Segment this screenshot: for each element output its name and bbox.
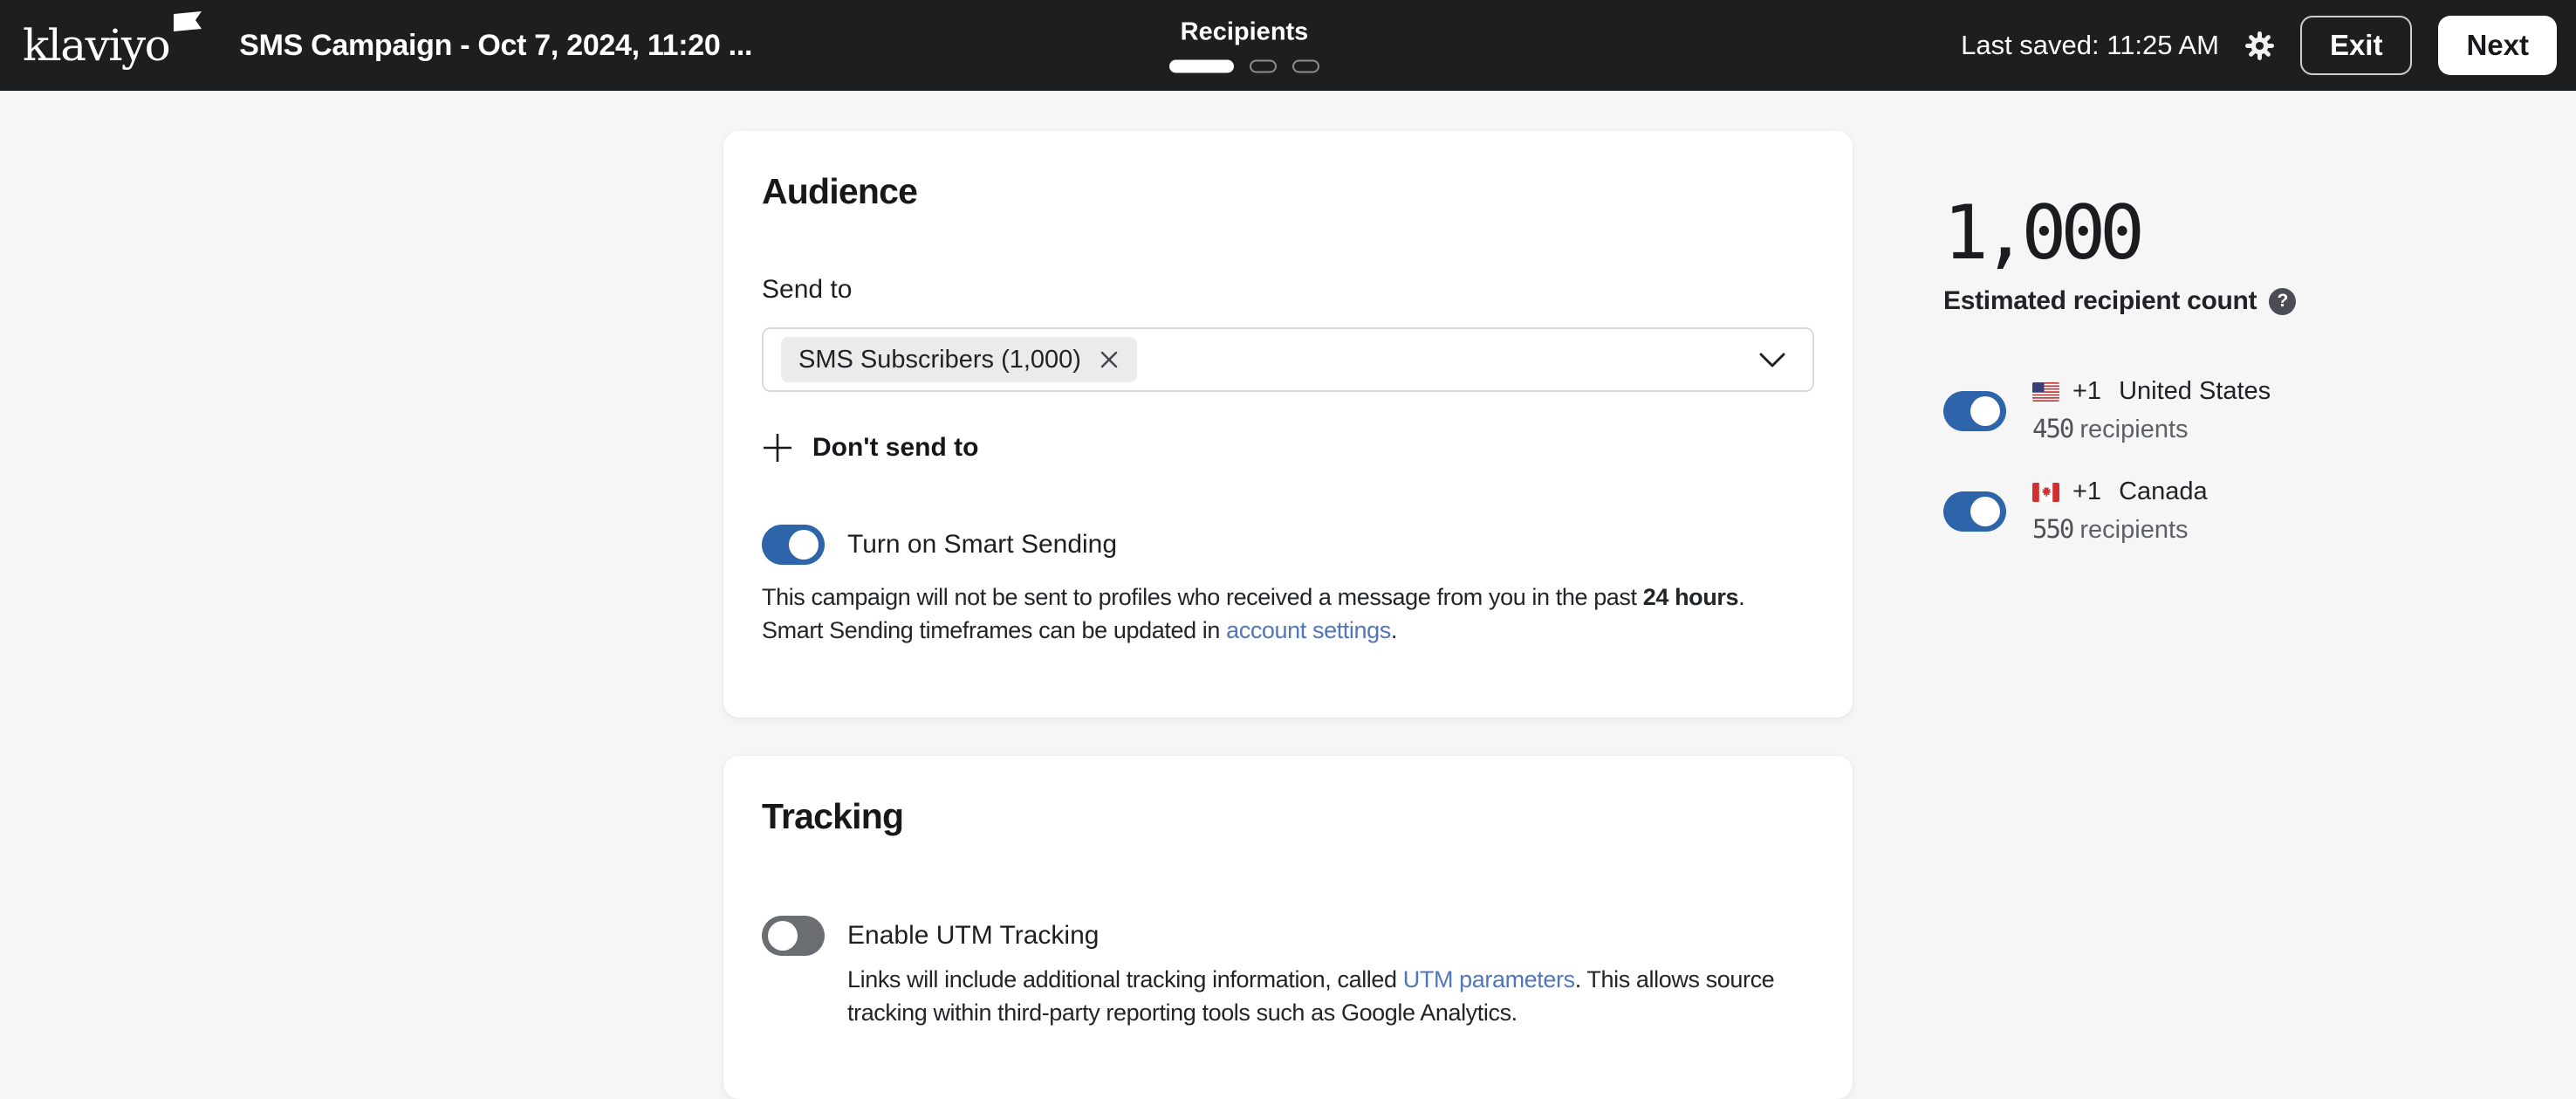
canada-region-name: Canada: [2119, 477, 2208, 506]
us-region-toggle[interactable]: [1943, 391, 2006, 431]
smart-sending-desc-text: This campaign will not be sent to profil…: [762, 584, 1643, 610]
topbar: klaviyo SMS Campaign - Oct 7, 2024, 11:2…: [0, 0, 2576, 91]
utm-text-block: Enable UTM Tracking Links will include a…: [847, 921, 1774, 1030]
account-settings-link[interactable]: account settings: [1226, 617, 1391, 643]
canada-flag-icon: [2032, 483, 2059, 502]
card-column: Audience Send to SMS Subscribers (1,000): [723, 131, 1853, 1099]
campaign-title: SMS Campaign - Oct 7, 2024, 11:20 ...: [239, 29, 752, 63]
smart-sending-toggle[interactable]: [762, 525, 825, 565]
audience-chip[interactable]: SMS Subscribers (1,000): [781, 337, 1137, 382]
tracking-heading: Tracking: [762, 796, 1814, 837]
step-label: Recipients: [1181, 18, 1309, 47]
last-saved-text: Last saved: 11:25 AM: [1961, 30, 2219, 61]
canada-recipient-count: 550recipients: [2032, 514, 2208, 545]
campaign-recipients-page: Audience Send to SMS Subscribers (1,000): [0, 91, 2576, 1093]
step-indicator: Recipients: [1169, 18, 1319, 73]
step-pill-3[interactable]: [1292, 60, 1319, 73]
canada-region-info: +1 Canada 550recipients: [2032, 477, 2208, 545]
settings-gear-icon[interactable]: [2245, 31, 2274, 60]
toggle-knob: [1970, 497, 2000, 526]
smart-sending-row: Turn on Smart Sending: [762, 525, 1814, 565]
audience-card: Audience Send to SMS Subscribers (1,000): [723, 131, 1853, 718]
step-pill-recipients-active[interactable]: [1169, 60, 1234, 73]
dont-send-to-button[interactable]: Don't send to: [762, 432, 978, 464]
audience-chip-label: SMS Subscribers (1,000): [798, 346, 1081, 374]
step-pills: [1169, 60, 1319, 73]
topbar-actions: Last saved: 11:25 AM Exit Next: [1961, 16, 2557, 75]
us-recipient-count: 450recipients: [2032, 414, 2271, 444]
region-row-united-states: +1 United States 450recipients: [1943, 377, 2296, 444]
tracking-card: Tracking Enable UTM Tracking Links will …: [723, 756, 1853, 1099]
canada-region-toggle[interactable]: [1943, 491, 2006, 532]
us-flag-icon: [2032, 382, 2059, 402]
smart-sending-description: This campaign will not be sent to profil…: [762, 580, 1814, 648]
utm-description: Links will include additional tracking i…: [847, 963, 1774, 1030]
klaviyo-wordmark: klaviyo: [23, 24, 169, 67]
toggle-knob: [768, 921, 798, 951]
audience-heading: Audience: [762, 171, 1814, 212]
next-button[interactable]: Next: [2438, 16, 2557, 75]
chip-remove-icon[interactable]: [1099, 349, 1120, 370]
estimated-recipient-count: 1,000: [1943, 196, 2296, 271]
help-icon[interactable]: ?: [2269, 288, 2296, 315]
us-dial-code: +1: [2072, 377, 2101, 406]
send-to-select[interactable]: SMS Subscribers (1,000): [762, 327, 1814, 392]
us-region-info: +1 United States 450recipients: [2032, 377, 2271, 444]
utm-tracking-label: Enable UTM Tracking: [847, 921, 1774, 951]
utm-tracking-toggle[interactable]: [762, 916, 825, 956]
canada-dial-code: +1: [2072, 477, 2101, 506]
smart-sending-desc-bold: 24 hours: [1643, 584, 1738, 610]
count-label: Estimated recipient count: [1943, 286, 2257, 316]
toggle-knob: [1970, 396, 2000, 426]
recipient-summary: 1,000 Estimated recipient count ?: [1943, 196, 2296, 545]
send-to-label: Send to: [762, 275, 1814, 305]
region-list: +1 United States 450recipients: [1943, 377, 2296, 545]
exit-button[interactable]: Exit: [2300, 16, 2413, 75]
smart-sending-label: Turn on Smart Sending: [847, 530, 1117, 560]
plus-icon: [762, 432, 793, 464]
utm-parameters-link[interactable]: UTM parameters: [1403, 966, 1575, 993]
klaviyo-flag-icon: [173, 11, 202, 33]
toggle-knob: [789, 530, 819, 560]
us-region-name: United States: [2119, 377, 2271, 406]
utm-tracking-row: Enable UTM Tracking Links will include a…: [762, 921, 1814, 1030]
region-row-canada: +1 Canada 550recipients: [1943, 477, 2296, 545]
count-label-row: Estimated recipient count ?: [1943, 286, 2296, 316]
klaviyo-logo[interactable]: klaviyo: [23, 24, 202, 67]
dont-send-to-label: Don't send to: [812, 433, 978, 463]
step-pill-2[interactable]: [1250, 60, 1277, 73]
chevron-down-icon: [1758, 352, 1786, 368]
